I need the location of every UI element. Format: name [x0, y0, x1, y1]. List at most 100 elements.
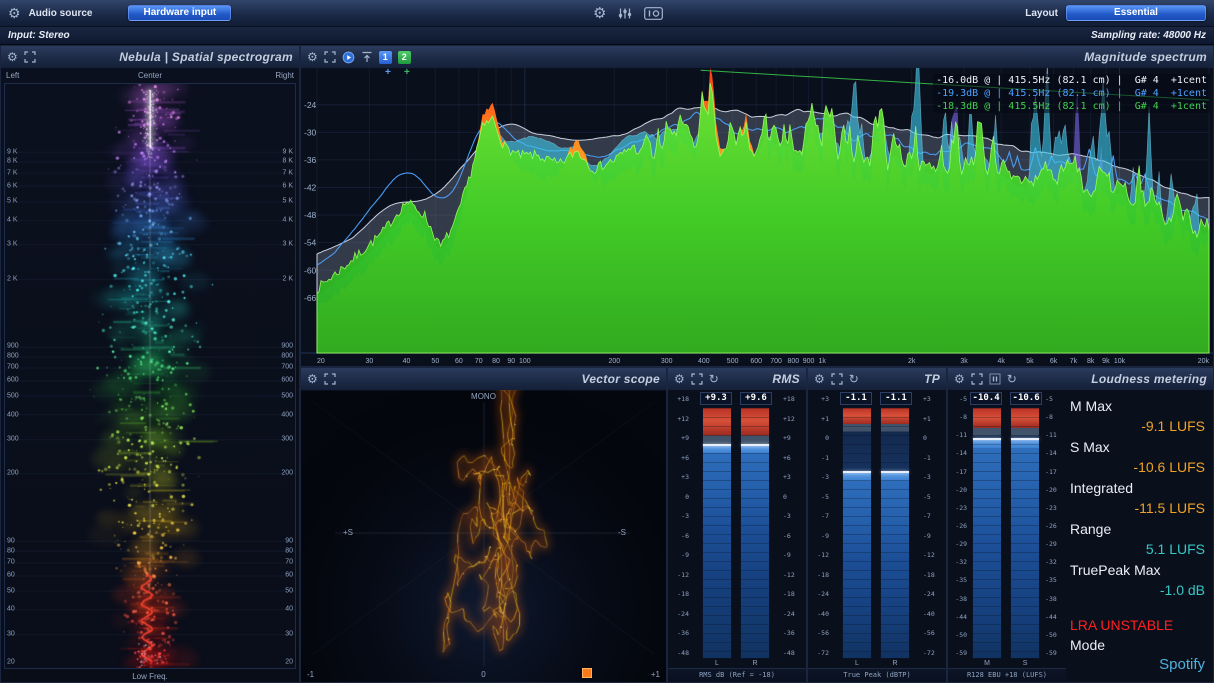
freq-tick-label: 800 [275, 353, 293, 360]
meter-scale-label: -6 [670, 532, 689, 540]
refresh-icon[interactable]: ↻ [1007, 373, 1017, 385]
freq-tick-label: 1k [818, 358, 826, 365]
cursor-readouts: -16.0dB @ | 415.5Hz (82.1 cm) | G# 4 +1c… [933, 74, 1210, 113]
gear-icon[interactable]: ⚙ [954, 373, 965, 385]
freq-tick-label: 400 [7, 411, 25, 418]
meter-scale-label: +3 [670, 473, 689, 481]
gear-icon[interactable]: ⚙ [674, 373, 685, 385]
freq-tick-label: 30 [365, 358, 373, 365]
gear-icon[interactable]: ⚙ [7, 51, 18, 63]
settings-gear-icon[interactable]: ⚙ [8, 6, 21, 20]
fullscreen-icon[interactable] [971, 373, 983, 385]
freq-scale-left: 9 K8 K7 K6 K5 K4 K3 K2 K9008007006005004… [7, 84, 25, 668]
freq-tick-label: 400 [275, 411, 293, 418]
mode-label: Mode [1070, 635, 1205, 655]
loudness-stat-label: Range [1070, 519, 1205, 539]
meter-scale-label: -18 [923, 571, 944, 579]
vectorscope-plot: MONO +S -S -1 0 +1 [301, 390, 666, 682]
vector-scope-panel: ⚙ Vector scope MONO +S -S -1 0 +1 [300, 367, 667, 683]
meter-scale-label: -36 [670, 629, 689, 637]
meter-scale-label: -50 [950, 631, 967, 639]
meter-scale-label: -5 [950, 395, 967, 403]
essential-layout-button[interactable]: Essential [1066, 5, 1206, 21]
loudness-stats: M Max-9.1 LUFSS Max-10.6 LUFSIntegrated-… [1066, 390, 1213, 682]
freq-tick-label: 60 [455, 358, 463, 365]
fullscreen-icon[interactable] [831, 373, 843, 385]
gear-icon[interactable]: ⚙ [814, 373, 825, 385]
meter-scale-label: +18 [670, 395, 689, 403]
meter-scale-label: -29 [950, 540, 967, 548]
freq-tick-label: 700 [7, 364, 25, 371]
freq-tick-label: 4 K [275, 217, 293, 224]
io-routing-icon[interactable] [644, 7, 663, 20]
freq-tick-label: 2 K [7, 275, 25, 282]
mode-value[interactable]: Spotify [1070, 655, 1205, 675]
right-channel-label: Right [275, 71, 294, 80]
freq-tick-label: 50 [7, 587, 25, 594]
loudness-stat-value: -10.6 LUFS [1070, 457, 1205, 477]
spectrum-readout: -18.3dB @ | 415.5Hz (82.1 cm) | G# 4 +1c… [933, 100, 1210, 113]
mixer-sliders-icon[interactable] [618, 7, 632, 20]
peak-hold-line [973, 438, 1001, 440]
db-tick-label: -54 [304, 238, 317, 248]
pan-scale-center: 0 [301, 670, 666, 679]
freq-tick-label: 300 [275, 436, 293, 443]
meter-scale-label: +12 [783, 415, 804, 423]
audio-source-label: Audio source [29, 8, 93, 19]
freq-tick-label: 9k [1102, 358, 1110, 365]
meter-scale-label: -44 [1045, 613, 1064, 621]
meter-scale-label: -14 [1045, 449, 1064, 457]
tp-bar-left [842, 407, 872, 659]
meter-scale-label: -48 [783, 649, 804, 657]
meter-scale-label: -3 [783, 512, 804, 520]
meter-scale-label: -17 [950, 468, 967, 476]
loudness-stat-value: -1.0 dB [1070, 580, 1205, 600]
freq-tick-label: 9 K [275, 148, 293, 155]
freq-tick-label: 700 [275, 364, 293, 371]
channel-2-badge[interactable]: 2 [398, 51, 411, 64]
freq-tick-label: 70 [475, 358, 483, 365]
fullscreen-icon[interactable] [24, 51, 36, 63]
freq-tick-label: 500 [275, 392, 293, 399]
rms-title: RMS [772, 372, 800, 386]
play-icon[interactable] [342, 51, 355, 64]
channel-position-labels: Left Center Right [1, 71, 299, 81]
layout-label: Layout [1025, 8, 1058, 19]
tp-header: ⚙ ↻ TP [808, 368, 946, 391]
loudness-stat-label: S Max [1070, 437, 1205, 457]
rms-header: ⚙ ↻ RMS [668, 368, 806, 391]
meter-scale-label: -8 [1045, 413, 1064, 421]
freq-tick-label: 20 [317, 358, 325, 365]
meter-scale-label: +18 [783, 395, 804, 403]
freq-tick-label: 10k [1114, 358, 1126, 365]
fullscreen-icon[interactable] [324, 373, 336, 385]
fullscreen-icon[interactable] [691, 373, 703, 385]
freq-tick-label: 40 [275, 606, 293, 613]
refresh-icon[interactable]: ↻ [849, 373, 859, 385]
meter-scale-label: -26 [1045, 522, 1064, 530]
peak-hold-icon[interactable] [361, 51, 373, 63]
gear-icon[interactable]: ⚙ [593, 6, 606, 21]
freq-tick-label: 800 [7, 353, 25, 360]
hardware-input-button[interactable]: Hardware input [128, 5, 231, 21]
freq-tick-label: 900 [7, 343, 25, 350]
refresh-icon[interactable]: ↻ [709, 373, 719, 385]
freq-tick-label: 600 [7, 377, 25, 384]
meter-scale-label: 0 [783, 493, 804, 501]
channel-1-badge[interactable]: 1 [379, 51, 392, 64]
rms-scale-right: +18+12+9+6+30-3-6-9-12-18-24-36-48 [782, 392, 804, 669]
freq-tick-label: 200 [275, 470, 293, 477]
meter-scale-label: -9 [783, 551, 804, 559]
meter-scale-label: -17 [1045, 468, 1064, 476]
spectrum-readout: -16.0dB @ | 415.5Hz (82.1 cm) | G# 4 +1c… [933, 74, 1210, 87]
meter-scale-label: -24 [670, 610, 689, 618]
spectrogram-canvas [5, 84, 295, 668]
freq-tick-label: 600 [275, 377, 293, 384]
gear-icon[interactable]: ⚙ [307, 51, 318, 63]
meter-scale-label: -1 [923, 454, 944, 462]
peak-hold-line [741, 444, 769, 446]
pause-icon[interactable] [989, 373, 1001, 385]
gear-icon[interactable]: ⚙ [307, 373, 318, 385]
meter-scale-label: +12 [670, 415, 689, 423]
fullscreen-icon[interactable] [324, 51, 336, 63]
